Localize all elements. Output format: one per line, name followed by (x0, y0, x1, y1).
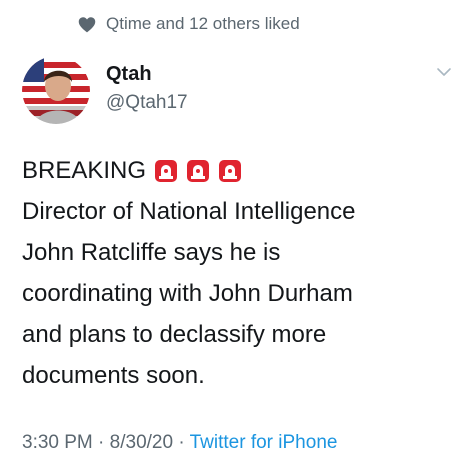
author-handle[interactable]: @Qtah17 (106, 90, 188, 116)
author-block[interactable]: Qtah @Qtah17 (106, 62, 188, 116)
tweet-text-line: John Ratcliffe says he is (22, 239, 281, 266)
chevron-down-icon[interactable] (436, 66, 452, 78)
avatar[interactable] (22, 56, 90, 124)
tweet-text-line: and plans to declassify more (22, 321, 327, 348)
tweet-date[interactable]: 8/30/20 (110, 432, 173, 453)
tweet-source-link[interactable]: Twitter for iPhone (190, 432, 338, 453)
social-context[interactable]: Qtime and 12 others liked (78, 10, 300, 38)
heart-icon (78, 16, 96, 32)
siren-icon (155, 159, 178, 182)
tweet-time[interactable]: 3:30 PM (22, 432, 93, 453)
tweet-headline: BREAKING (22, 157, 147, 184)
tweet-text-line: documents soon. (22, 362, 205, 389)
tweet-headline-line: BREAKING (22, 150, 462, 191)
meta-separator: · (98, 432, 105, 453)
tweet-body: BREAKING Director of National Intelligen… (22, 150, 462, 396)
avatar-image (22, 56, 90, 124)
tweet-meta: 3:30 PM · 8/30/20 · Twitter for iPhone (22, 432, 337, 454)
tweet-text-line: Director of National Intelligence (22, 198, 356, 225)
social-context-text: Qtime and 12 others liked (106, 14, 300, 33)
author-display-name[interactable]: Qtah (106, 62, 188, 86)
siren-icon (219, 159, 242, 182)
meta-separator: · (178, 432, 185, 453)
siren-icon (187, 159, 210, 182)
tweet-text-line: coordinating with John Durham (22, 280, 353, 307)
